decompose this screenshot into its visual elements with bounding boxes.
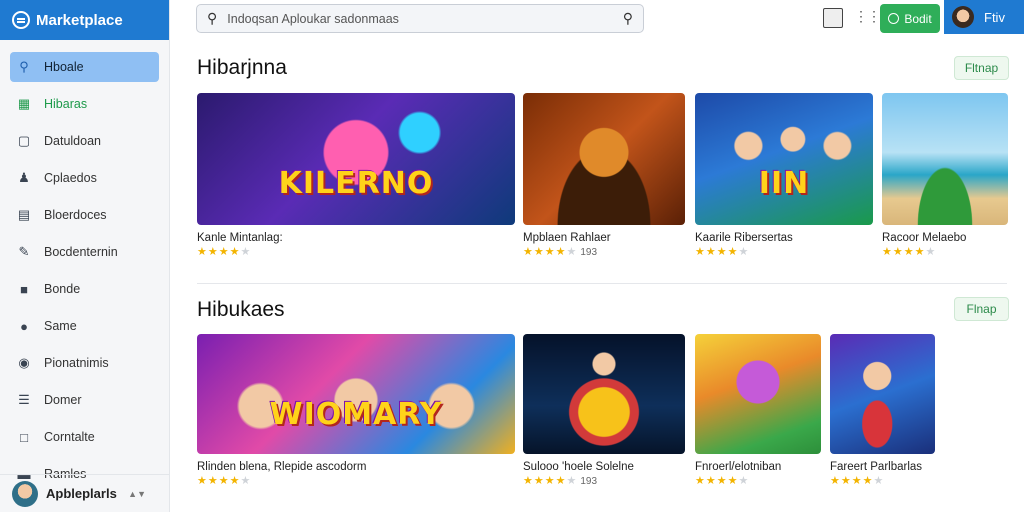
game-thumbnail[interactable] xyxy=(523,334,685,454)
star-rating: ★★★★★ xyxy=(830,475,885,487)
game-thumbnail[interactable]: KILERNO xyxy=(197,93,515,225)
game-thumbnail[interactable] xyxy=(882,93,1008,225)
sidebar-user[interactable]: Apbleplarls ▲▼ xyxy=(0,474,170,512)
user-menu-label: Ftiv xyxy=(984,9,1005,25)
chevron-updown-icon[interactable]: ▲▼ xyxy=(128,489,146,499)
sidebar-item-5[interactable]: ✎ Bocdenternin xyxy=(10,237,159,267)
search-icon: ⚲ xyxy=(207,10,218,26)
section-title: Hibukaes xyxy=(197,298,285,321)
action-button-label: Bodit xyxy=(904,11,932,26)
section-divider xyxy=(197,283,1007,284)
sidebar-item-3[interactable]: ♟ Cplaedos xyxy=(10,163,159,193)
sidebar-item-7[interactable]: ● Same xyxy=(10,311,159,341)
people-icon: ♟ xyxy=(18,170,30,185)
app-title: Marketplace xyxy=(36,11,123,29)
more-options-icon[interactable]: ⋮⋮ xyxy=(854,8,881,25)
game-card[interactable]: Sulooo 'hoele Solelne ★★★★★ 193 xyxy=(523,334,685,487)
sidebar-item-1[interactable]: ▦ Hibaras xyxy=(10,89,159,119)
game-card[interactable]: Racoor Melaebo ★★★★★ xyxy=(882,93,1008,258)
rating-count: 193 xyxy=(580,476,598,487)
search-icon: ⚲ xyxy=(19,59,29,74)
sidebar-item-label: Hboale xyxy=(44,60,84,74)
chart-icon: ▦ xyxy=(17,96,31,111)
game-card[interactable]: Fnroerl/elotniban ★★★★★ xyxy=(695,334,821,487)
sidebar-item-6[interactable]: ■ Bonde xyxy=(10,274,159,304)
sidebar-item-label: Bocdenternin xyxy=(44,245,118,259)
game-thumbnail[interactable] xyxy=(830,334,935,454)
game-card[interactable]: IIN Kaarile Ribersertas ★★★★★ xyxy=(695,93,873,258)
location-icon: ● xyxy=(20,318,28,334)
plus-circle-icon xyxy=(888,13,900,24)
square-icon: □ xyxy=(20,429,28,445)
sidebar-item-0[interactable]: ⚲ Hboale xyxy=(10,52,159,82)
sidebar-item-label: Bloerdoces xyxy=(44,208,107,222)
box-icon: ■ xyxy=(20,281,28,297)
sidebar-nav: ⚲ Hboale ▦ Hibaras ▢ Datuldoan ♟ Cplaedos ▤ Bloer… xyxy=(0,40,169,489)
thumbnail-title-art: WIOMARY xyxy=(269,397,443,433)
search-submit-icon[interactable]: ⚲ xyxy=(623,10,633,27)
sidebar-item-8[interactable]: ◉ Pionatnimis xyxy=(10,348,159,378)
sidebar: Marketplace ⚲ Hboale ▦ Hibaras ▢ Datuldoan ♟ Cp… xyxy=(0,0,170,512)
game-title: Sulooo 'hoele Solelne xyxy=(523,461,634,473)
star-rating: ★★★★★ xyxy=(695,475,750,487)
thumbnail-title-art: IIN xyxy=(758,166,810,202)
app-brand[interactable]: Marketplace xyxy=(0,0,169,40)
document-icon: ▤ xyxy=(17,207,31,222)
rating-count: 193 xyxy=(580,247,598,258)
star-rating: ★★★★★ xyxy=(882,246,937,258)
star-rating: ★★★★★ 193 xyxy=(523,246,598,258)
star-rating: ★★★★★ xyxy=(695,246,750,258)
topbar: ⚲ ⚲ ⋮⋮ Bodit Ftiv xyxy=(170,0,1024,40)
action-button[interactable]: Bodit xyxy=(880,4,940,33)
sidebar-item-label: Datuldoan xyxy=(44,134,101,148)
user-name: Apbleplarls xyxy=(46,486,117,501)
avatar xyxy=(952,6,974,28)
star-rating: ★★★★★ xyxy=(197,475,252,487)
search-input[interactable] xyxy=(227,11,623,26)
see-all-button[interactable]: Flnap xyxy=(954,297,1009,321)
sidebar-item-label: Corntalte xyxy=(44,430,95,444)
sidebar-item-label: Hibaras xyxy=(44,97,88,111)
star-rating: ★★★★★ 193 xyxy=(523,475,598,487)
sidebar-item-4[interactable]: ▤ Bloerdoces xyxy=(10,200,159,230)
sidebar-item-10[interactable]: □ Corntalte xyxy=(10,422,159,452)
sidebar-item-label: Cplaedos xyxy=(44,171,97,185)
sidebar-item-label: Pionatnimis xyxy=(44,356,109,370)
game-title: Fareert Parlbarlas xyxy=(830,461,923,473)
game-title: Kanle Mintanlag: xyxy=(197,232,283,244)
grid-view-icon[interactable] xyxy=(823,8,843,28)
search-bar[interactable]: ⚲ ⚲ xyxy=(196,4,644,33)
see-all-button[interactable]: Fltnap xyxy=(954,56,1009,80)
game-title: Mpblaen Rahlaer xyxy=(523,232,611,244)
game-title: Racoor Melaebo xyxy=(882,232,967,244)
star-rating: ★★★★★ xyxy=(197,246,252,258)
marketplace-logo-icon xyxy=(12,11,30,29)
game-card[interactable]: WIOMARY Rlinden blena, Rlepide ascodorm ★★… xyxy=(197,334,515,487)
game-card[interactable]: KILERNO Kanle Mintanlag: ★★★★★ xyxy=(197,93,515,258)
sidebar-item-label: Same xyxy=(44,319,77,333)
edit-icon: ✎ xyxy=(18,244,30,259)
user-menu[interactable]: Ftiv xyxy=(944,0,1024,34)
avatar xyxy=(12,480,38,507)
game-thumbnail[interactable]: WIOMARY xyxy=(197,334,515,454)
list-icon: ☰ xyxy=(18,392,30,407)
game-title: Kaarile Ribersertas xyxy=(695,232,793,244)
game-thumbnail[interactable] xyxy=(523,93,685,225)
section-title: Hibarjnna xyxy=(197,56,287,79)
thumbnail-title-art: KILERNO xyxy=(278,166,434,202)
game-card[interactable]: Fareert Parlbarlas ★★★★★ xyxy=(830,334,935,487)
monitor-icon: ▢ xyxy=(17,133,31,148)
circle-icon: ◉ xyxy=(18,355,30,370)
game-title: Rlinden blena, Rlepide ascodorm xyxy=(197,461,367,473)
game-card[interactable]: Mpblaen Rahlaer ★★★★★ 193 xyxy=(523,93,685,258)
sidebar-item-2[interactable]: ▢ Datuldoan xyxy=(10,126,159,156)
sidebar-item-label: Bonde xyxy=(44,282,81,296)
sidebar-item-9[interactable]: ☰ Domer xyxy=(10,385,159,415)
game-thumbnail[interactable]: IIN xyxy=(695,93,873,225)
game-title: Fnroerl/elotniban xyxy=(695,461,782,473)
game-thumbnail[interactable] xyxy=(695,334,821,454)
sidebar-item-label: Domer xyxy=(44,393,82,407)
